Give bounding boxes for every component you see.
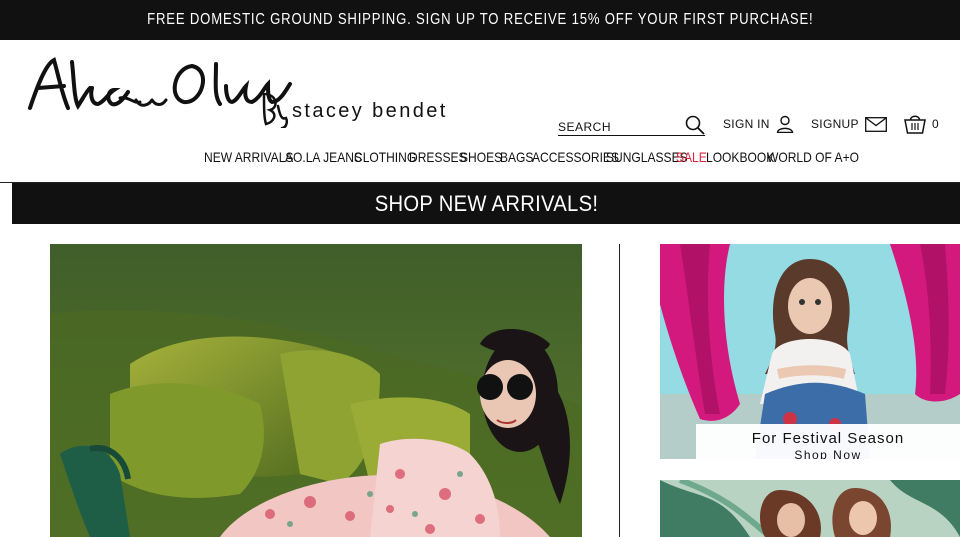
hero-image-graphic [50, 244, 582, 537]
promo-banner[interactable]: FREE DOMESTIC GROUND SHIPPING. SIGN UP T… [0, 0, 960, 40]
logo-by [260, 88, 290, 135]
tropical-print-tile[interactable] [660, 480, 960, 537]
logo-wordmark-graphic [28, 57, 292, 110]
hero-title-text: SHOP NEW ARRIVALS! [374, 190, 598, 216]
signup-label: SIGNUP [811, 117, 859, 131]
nav-lookbook[interactable]: LOOKBOOK [706, 149, 774, 165]
search-bar[interactable] [558, 112, 705, 136]
site-header: stacey bendet SIGN IN SIGNUP 0 NEW ARRIV… [0, 40, 960, 183]
search-icon[interactable] [685, 115, 705, 135]
brand-logo[interactable]: stacey bendet [24, 57, 464, 130]
nav-shoes[interactable]: SHOES [460, 149, 502, 165]
festival-season-tile[interactable]: For Festival Season Shop Now [660, 244, 960, 459]
promo-text: FREE DOMESTIC GROUND SHIPPING. SIGN UP T… [146, 11, 814, 28]
nav-new-arrivals[interactable]: NEW ARRIVALS [204, 149, 293, 165]
nav-sale[interactable]: SALE [676, 149, 707, 165]
column-divider [619, 244, 620, 537]
logo-by-graphic [262, 92, 289, 130]
cart-count: 0 [932, 117, 939, 131]
nav-aola-jeans[interactable]: AO.LA JEANS [285, 149, 362, 165]
signup-link[interactable]: SIGNUP [811, 112, 887, 136]
shop-now-link[interactable]: Shop Now [696, 448, 960, 459]
logo-designer: stacey bendet [292, 100, 448, 122]
search-input[interactable] [558, 120, 668, 135]
nav-bags[interactable]: BAGS [500, 149, 533, 165]
nav-clothing[interactable]: CLOTHING [354, 149, 416, 165]
main-navigation: NEW ARRIVALS AO.LA JEANS CLOTHING DRESSE… [204, 148, 859, 168]
sign-in-label: SIGN IN [723, 117, 770, 131]
envelope-icon [864, 116, 887, 132]
logo-script [24, 54, 294, 127]
shop-new-arrivals-banner[interactable]: SHOP NEW ARRIVALS! [12, 183, 960, 224]
hero-image[interactable] [50, 244, 582, 537]
tropical-tile-graphic [660, 480, 960, 537]
cart-link[interactable]: 0 [904, 112, 939, 136]
festival-title: For Festival Season [751, 430, 905, 447]
festival-caption[interactable]: For Festival Season Shop Now [696, 424, 960, 459]
sign-in-link[interactable]: SIGN IN [723, 112, 794, 136]
nav-world-of-ao[interactable]: WORLD OF A+O [767, 149, 859, 165]
nav-dresses[interactable]: DRESSES [409, 149, 467, 165]
basket-icon [904, 114, 926, 134]
user-icon [776, 115, 794, 133]
